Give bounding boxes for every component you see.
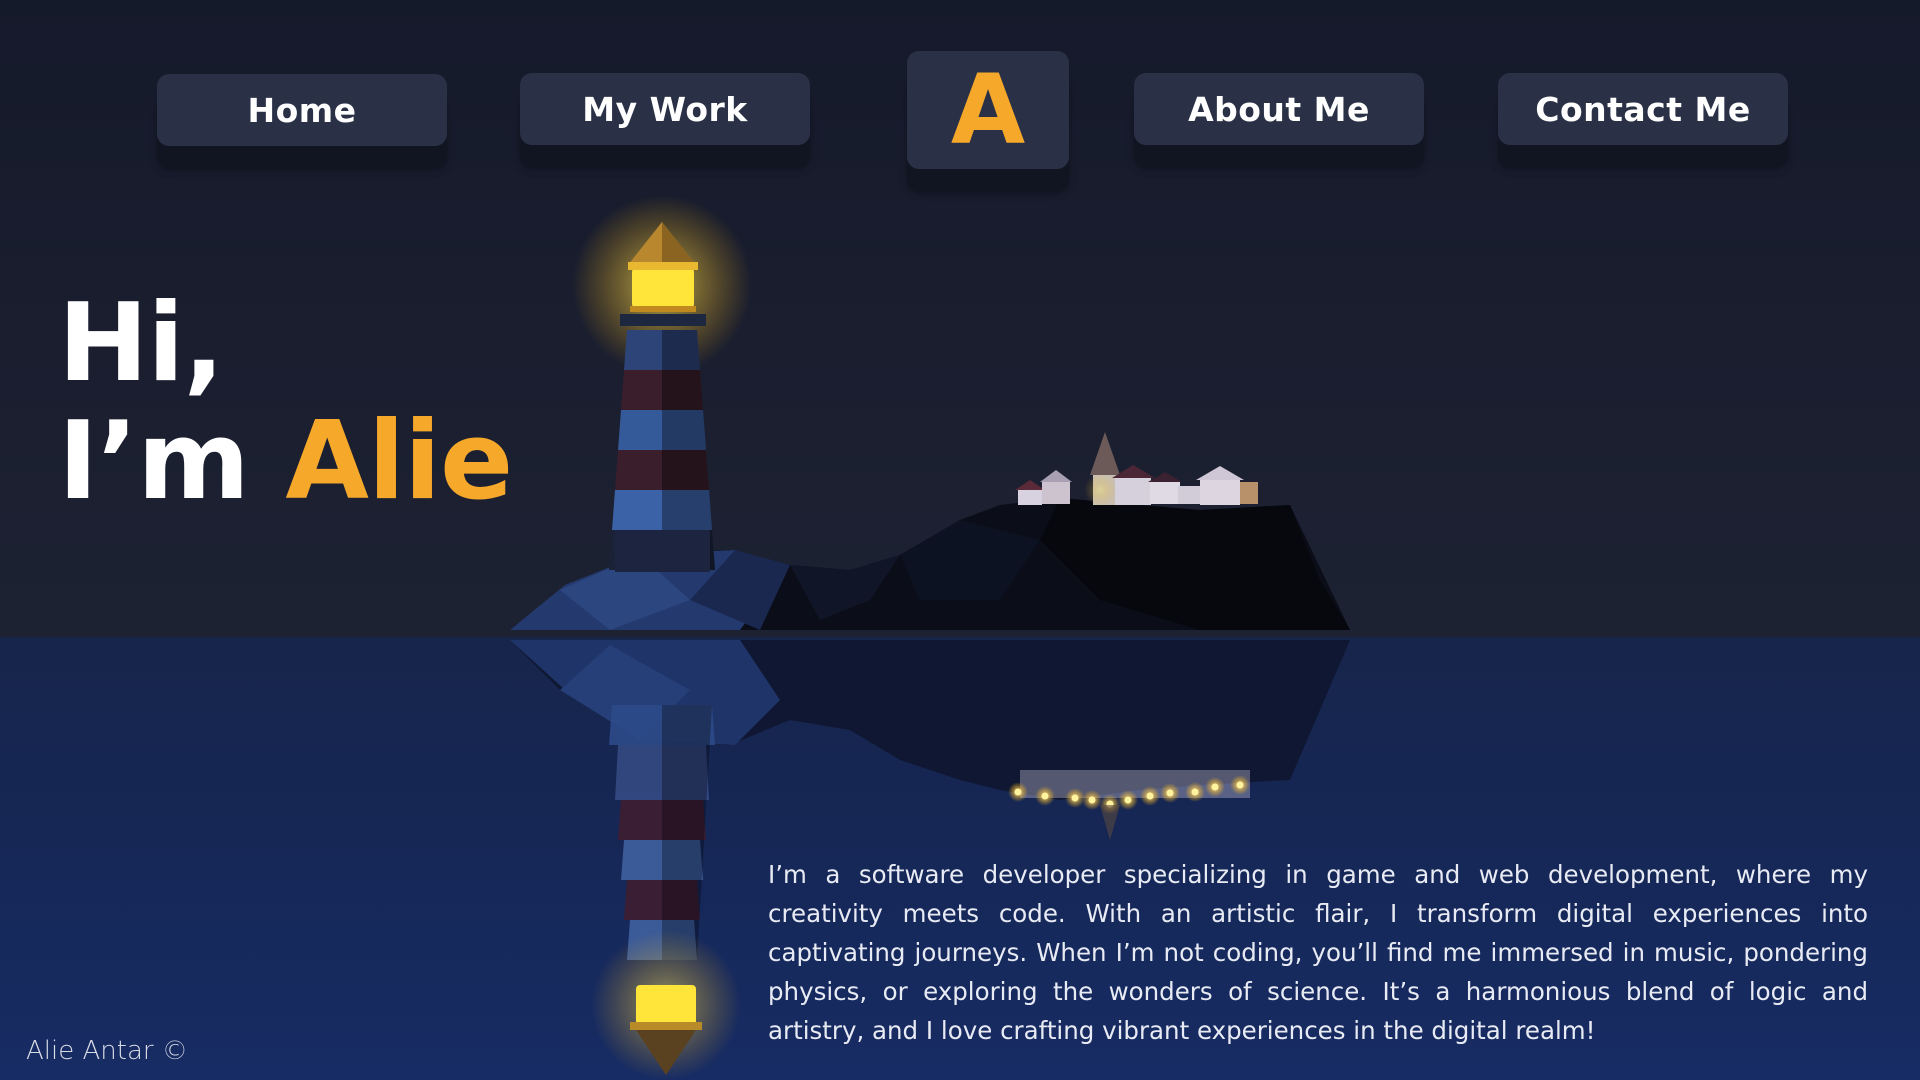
page: Home My Work A About Me Contact Me Hi, I…: [0, 0, 1920, 1080]
nav-home-button[interactable]: Home: [157, 74, 447, 146]
hero-line-2: I’m Alie: [58, 403, 513, 521]
hero-line-1: Hi,: [58, 281, 224, 406]
hero-prefix: I’m: [58, 399, 286, 524]
copyright-text: Alie Antar ©: [26, 1036, 188, 1066]
hero-heading: Hi, I’m Alie: [58, 281, 513, 521]
nav-about-me-button[interactable]: About Me: [1134, 73, 1424, 145]
nav-home-label: Home: [247, 90, 357, 130]
nav-my-work-button[interactable]: My Work: [520, 73, 810, 145]
nav-contact-me-button[interactable]: Contact Me: [1498, 73, 1788, 145]
nav-contact-me-label: Contact Me: [1535, 89, 1751, 129]
about-description: I’m a software developer specializing in…: [768, 860, 1868, 1045]
nav-my-work-label: My Work: [582, 89, 748, 129]
logo-letter: A: [950, 54, 1026, 166]
hero-name: Alie: [285, 399, 513, 524]
nav-about-me-label: About Me: [1188, 89, 1370, 129]
logo-button[interactable]: A: [907, 51, 1069, 169]
